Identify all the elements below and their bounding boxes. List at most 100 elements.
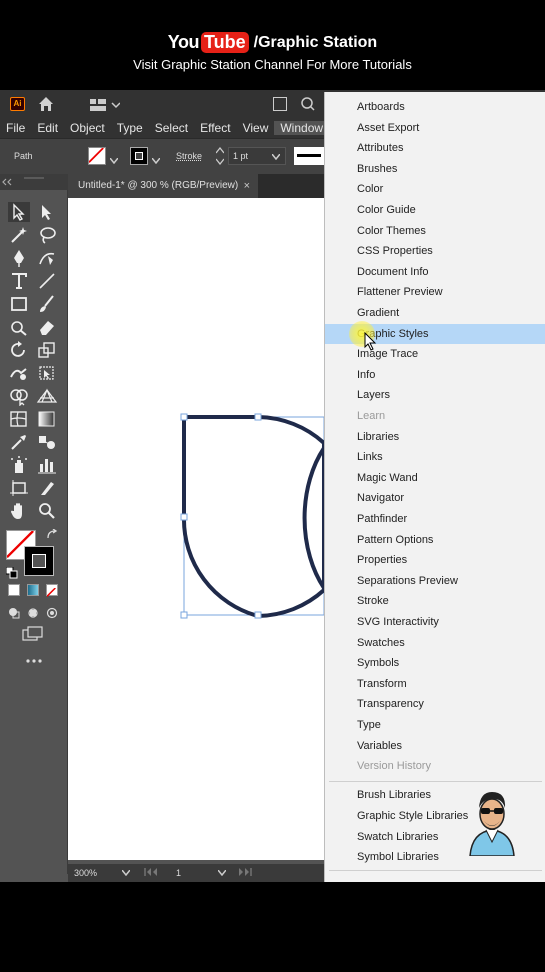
blend-tool-icon[interactable] xyxy=(36,432,58,452)
fill-dropdown-icon[interactable] xyxy=(109,151,119,169)
swap-fill-stroke-icon[interactable] xyxy=(46,528,58,540)
window-menu-item-type[interactable]: Type xyxy=(325,715,545,735)
menu-select[interactable]: Select xyxy=(149,121,194,135)
stroke-color-box[interactable] xyxy=(24,546,54,576)
window-menu-item-pattern-options[interactable]: Pattern Options xyxy=(325,530,545,550)
window-menu-item-navigator[interactable]: Navigator xyxy=(325,488,545,508)
hand-tool-icon[interactable] xyxy=(8,501,30,521)
stroke-swatch[interactable] xyxy=(130,147,148,165)
shaper-tool-icon[interactable] xyxy=(8,317,30,337)
close-tab-icon[interactable]: × xyxy=(244,174,250,198)
mesh-tool-icon[interactable] xyxy=(8,409,30,429)
menu-edit[interactable]: Edit xyxy=(31,121,64,135)
window-menu-item-svg-interactivity[interactable]: SVG Interactivity xyxy=(325,612,545,632)
first-artboard-icon[interactable] xyxy=(144,868,158,878)
window-menu-item-swatches[interactable]: Swatches xyxy=(325,633,545,653)
window-menu-item-libraries[interactable]: Libraries xyxy=(325,427,545,447)
rotate-tool-icon[interactable] xyxy=(8,340,30,360)
free-transform-tool-icon[interactable] xyxy=(36,363,58,383)
window-menu-item-transparency[interactable]: Transparency xyxy=(325,694,545,714)
gradient-mode-icon[interactable] xyxy=(27,584,39,596)
shape-builder-tool-icon[interactable] xyxy=(8,386,30,407)
window-menu-item-layers[interactable]: Layers xyxy=(325,385,545,405)
window-menu-item-flattener-preview[interactable]: Flattener Preview xyxy=(325,282,545,302)
magic-wand-tool-icon[interactable] xyxy=(8,225,30,245)
color-mode-icon[interactable] xyxy=(8,584,20,596)
window-menu-item-symbols[interactable]: Symbols xyxy=(325,653,545,673)
scale-tool-icon[interactable] xyxy=(36,340,58,360)
direct-selection-tool-icon[interactable] xyxy=(36,202,58,222)
window-menu-item-stroke[interactable]: Stroke xyxy=(325,591,545,611)
type-tool-icon[interactable] xyxy=(8,271,30,291)
window-menu-item-properties[interactable]: Properties xyxy=(325,550,545,570)
menu-type[interactable]: Type xyxy=(111,121,149,135)
fill-swatch[interactable] xyxy=(88,147,106,165)
window-menu-item-artboards[interactable]: Artboards xyxy=(325,97,545,117)
menu-view[interactable]: View xyxy=(237,121,275,135)
window-menu-item-magic-wand[interactable]: Magic Wand xyxy=(325,468,545,488)
edit-toolbar-icon[interactable] xyxy=(24,652,44,663)
symbol-sprayer-tool-icon[interactable] xyxy=(8,455,30,475)
menu-object[interactable]: Object xyxy=(64,121,111,135)
window-menu-item-transform[interactable]: Transform xyxy=(325,674,545,694)
youtube-logo-tube: Tube xyxy=(200,32,249,53)
draw-inside-icon[interactable] xyxy=(46,606,58,619)
window-menu-item-color[interactable]: Color xyxy=(325,179,545,199)
mouse-cursor-icon xyxy=(364,331,378,352)
document-tab[interactable]: Untitled-1* @ 300 % (RGB/Preview) × xyxy=(68,174,258,198)
artboard-number-field[interactable]: 1 xyxy=(176,866,226,880)
menu-file[interactable]: File xyxy=(0,121,31,135)
channel-name: /Graphic Station xyxy=(253,33,378,51)
workspace-switcher-icon[interactable] xyxy=(90,98,121,111)
stroke-label[interactable]: Stroke xyxy=(176,151,202,161)
screen-mode-icon[interactable] xyxy=(22,626,44,642)
paintbrush-tool-icon[interactable] xyxy=(36,294,58,314)
zoom-level-field[interactable]: 300% xyxy=(72,866,132,880)
window-menu-item-color-themes[interactable]: Color Themes xyxy=(325,221,545,241)
window-menu-item-attributes[interactable]: Attributes xyxy=(325,138,545,158)
gradient-tool-icon[interactable] xyxy=(36,409,58,429)
pen-tool-icon[interactable] xyxy=(8,248,30,268)
window-menu-item-gradient[interactable]: Gradient xyxy=(325,303,545,323)
stroke-weight-stepper-icon[interactable] xyxy=(215,146,225,170)
lasso-tool-icon[interactable] xyxy=(36,225,58,245)
draw-behind-icon[interactable] xyxy=(27,606,39,618)
window-menu-item-css-properties[interactable]: CSS Properties xyxy=(325,241,545,261)
stroke-weight-input[interactable]: 1 pt xyxy=(228,147,286,165)
next-artboard-icon[interactable] xyxy=(238,868,252,878)
stroke-dropdown-icon[interactable] xyxy=(151,151,161,169)
menu-window[interactable]: Window xyxy=(274,121,330,135)
window-menu-item-document-info[interactable]: Document Info xyxy=(325,262,545,282)
curvature-tool-icon[interactable] xyxy=(36,248,58,268)
home-icon[interactable] xyxy=(38,96,54,112)
draw-normal-icon[interactable] xyxy=(8,606,20,619)
arrange-documents-icon[interactable] xyxy=(273,97,287,111)
rectangle-tool-icon[interactable] xyxy=(8,294,30,314)
window-menu-item-info[interactable]: Info xyxy=(325,365,545,385)
window-menu-item-links[interactable]: Links xyxy=(325,447,545,467)
eyedropper-tool-icon[interactable] xyxy=(8,432,30,452)
eraser-tool-icon[interactable] xyxy=(36,317,58,337)
stroke-profile-preview[interactable] xyxy=(294,147,324,165)
search-icon[interactable] xyxy=(298,95,324,113)
artboard-tool-icon[interactable] xyxy=(8,478,30,498)
document-tab-title: Untitled-1* @ 300 % (RGB/Preview) xyxy=(78,180,239,191)
window-menu-item-brushes[interactable]: Brushes xyxy=(325,159,545,179)
none-mode-icon[interactable] xyxy=(46,584,58,597)
warp-tool-icon[interactable] xyxy=(8,363,30,383)
line-segment-tool-icon[interactable] xyxy=(36,271,58,291)
window-menu-item-pathfinder[interactable]: Pathfinder xyxy=(325,509,545,529)
window-menu-item-variables[interactable]: Variables xyxy=(325,736,545,756)
window-menu-item-asset-export[interactable]: Asset Export xyxy=(325,118,545,138)
menu-effect[interactable]: Effect xyxy=(194,121,236,135)
window-menu-item-color-guide[interactable]: Color Guide xyxy=(325,200,545,220)
tools-panel-grip[interactable] xyxy=(0,174,68,190)
perspective-grid-tool-icon[interactable] xyxy=(36,386,58,406)
default-colors-icon[interactable] xyxy=(5,566,18,579)
column-graph-tool-icon[interactable] xyxy=(36,455,58,475)
window-menu-item-image-trace[interactable]: Image Trace xyxy=(325,344,545,364)
window-menu-item-separations-preview[interactable]: Separations Preview xyxy=(325,571,545,591)
zoom-tool-icon[interactable] xyxy=(36,501,58,521)
selection-tool-icon[interactable] xyxy=(8,202,30,222)
slice-tool-icon[interactable] xyxy=(36,478,58,498)
